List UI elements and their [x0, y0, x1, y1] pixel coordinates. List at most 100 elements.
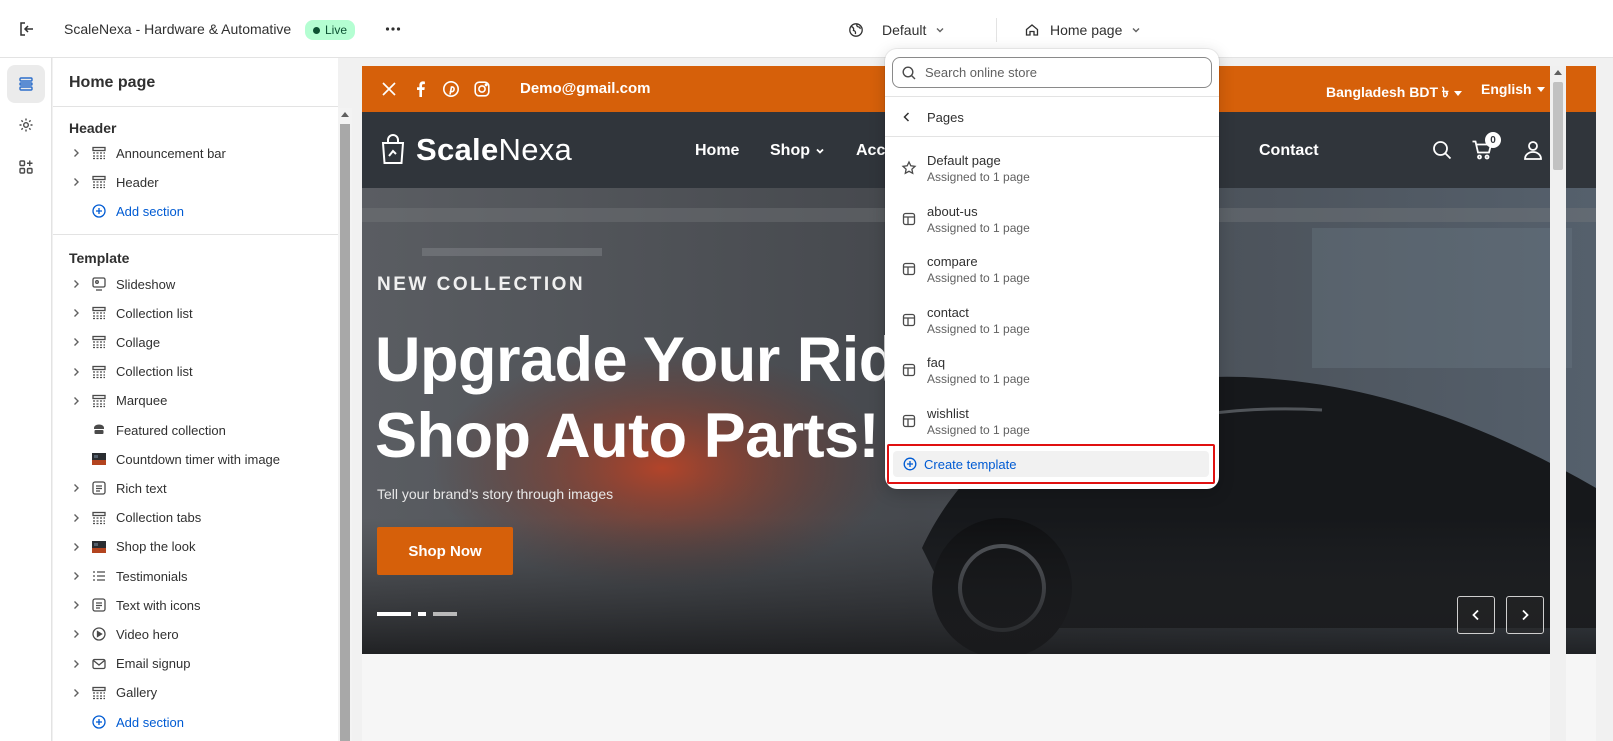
template-option[interactable]: Default page Assigned to 1 page: [885, 147, 1219, 197]
dropdown-search[interactable]: [892, 57, 1212, 88]
template-option[interactable]: contact Assigned to 1 page: [885, 299, 1219, 349]
store-title: ScaleNexa - Hardware & Automative: [64, 21, 292, 37]
template-option[interactable]: about-us Assigned to 1 page: [885, 198, 1219, 248]
x-twitter-icon[interactable]: [380, 80, 398, 98]
chevron-right-icon[interactable]: [69, 394, 83, 408]
live-badge: Live: [305, 20, 356, 40]
chevron-right-icon[interactable]: [69, 481, 83, 495]
apps-rail-button[interactable]: [7, 148, 45, 186]
list-icon: [91, 568, 107, 584]
section-row[interactable]: Collection list: [53, 298, 338, 328]
chevron-right-icon[interactable]: [69, 540, 83, 554]
slide-dot[interactable]: [433, 612, 457, 616]
store-logo[interactable]: ScaleNexa: [416, 132, 572, 168]
shopping-bag-logo-icon[interactable]: [380, 133, 406, 165]
template-option[interactable]: wishlist Assigned to 1 page: [885, 400, 1219, 450]
create-template-button[interactable]: Create template: [893, 451, 1209, 477]
section-icon: [91, 305, 107, 321]
sections-icon: [17, 75, 35, 93]
chevron-right-icon[interactable]: [69, 175, 83, 189]
product-icon: [91, 422, 107, 438]
chevron-right-icon[interactable]: [69, 511, 83, 525]
play-icon: [91, 626, 107, 642]
chevron-right-icon[interactable]: [69, 277, 83, 291]
section-row[interactable]: Announcement bar: [53, 138, 338, 168]
account-icon[interactable]: [1522, 139, 1544, 161]
chevron-right-icon[interactable]: [69, 146, 83, 160]
scrollbar-thumb[interactable]: [1553, 82, 1563, 170]
template-group-title: Template: [69, 250, 130, 266]
theme-selector[interactable]: Default: [848, 17, 946, 43]
section-row[interactable]: Collection list: [53, 357, 338, 387]
section-row[interactable]: Collage: [53, 327, 338, 357]
chevron-right-icon[interactable]: [69, 627, 83, 641]
chevron-right-icon[interactable]: [69, 335, 83, 349]
theme-selector-label: Default: [882, 22, 927, 38]
sections-rail-button[interactable]: [7, 65, 45, 103]
slideshow-icon: [91, 276, 107, 292]
preview-scrollbar[interactable]: [1550, 66, 1566, 741]
section-row[interactable]: Gallery: [53, 678, 338, 708]
nav-home[interactable]: Home: [695, 142, 739, 160]
section-row[interactable]: Header: [53, 167, 338, 197]
template-assignment: Assigned to 1 page: [927, 271, 1030, 286]
section-row[interactable]: Email signup: [53, 649, 338, 679]
panel-divider: [53, 234, 338, 235]
chevron-right-icon[interactable]: [69, 365, 83, 379]
slide-dot-active[interactable]: [377, 612, 411, 616]
search-online-store-input[interactable]: [925, 65, 1195, 80]
section-icon: [91, 364, 107, 380]
announcement-email[interactable]: Demo@gmail.com: [520, 80, 651, 97]
settings-rail-button[interactable]: [7, 106, 45, 144]
section-row[interactable]: Featured collection: [53, 415, 338, 445]
section-label: Collection tabs: [116, 510, 202, 526]
facebook-icon[interactable]: [412, 80, 430, 98]
chevron-right-icon[interactable]: [69, 598, 83, 612]
instagram-icon[interactable]: [473, 80, 491, 98]
scrollbar-thumb[interactable]: [340, 124, 350, 741]
nav-shop[interactable]: Shop: [770, 142, 826, 160]
logo-bold-part: Scale: [416, 132, 499, 167]
section-row[interactable]: Text with icons: [53, 590, 338, 620]
slide-prev-button[interactable]: [1457, 596, 1495, 634]
plus-circle-icon: [91, 714, 107, 730]
template-option-text: wishlist Assigned to 1 page: [927, 400, 1030, 438]
template-option[interactable]: compare Assigned to 1 page: [885, 248, 1219, 298]
add-section-button[interactable]: Add section: [53, 196, 338, 226]
template-option[interactable]: faq Assigned to 1 page: [885, 349, 1219, 399]
chevron-right-icon[interactable]: [69, 306, 83, 320]
section-row[interactable]: Collection tabs: [53, 503, 338, 533]
template-icon: [901, 362, 917, 378]
panel-title: Home page: [69, 74, 156, 91]
slide-dot[interactable]: [418, 612, 426, 616]
shop-now-button[interactable]: Shop Now: [377, 527, 513, 575]
section-row[interactable]: Slideshow: [53, 269, 338, 299]
language-selector[interactable]: English: [1481, 81, 1545, 97]
back-to-pages-button[interactable]: Pages: [885, 100, 1219, 134]
section-row[interactable]: Shop the look: [53, 532, 338, 562]
more-actions-icon[interactable]: [383, 19, 403, 39]
template-icon: [901, 261, 917, 277]
section-row[interactable]: Rich text: [53, 473, 338, 503]
page-selector[interactable]: Home page: [1024, 17, 1142, 43]
slide-next-button[interactable]: [1506, 596, 1544, 634]
nav-contact[interactable]: Contact: [1259, 142, 1319, 160]
section-row[interactable]: Testimonials: [53, 561, 338, 591]
scroll-up-arrow-icon[interactable]: [1554, 70, 1562, 75]
chevron-right-icon[interactable]: [69, 657, 83, 671]
section-row[interactable]: Marquee: [53, 386, 338, 416]
pinterest-icon[interactable]: [442, 80, 460, 98]
exit-icon[interactable]: [17, 19, 37, 39]
section-row[interactable]: Countdown timer with image: [53, 444, 338, 474]
panel-scrollbar[interactable]: [338, 108, 352, 741]
dropdown-divider: [885, 136, 1219, 137]
scroll-up-arrow-icon[interactable]: [341, 112, 349, 117]
chevron-right-icon[interactable]: [69, 569, 83, 583]
currency-selector[interactable]: Bangladesh BDT ৳: [1326, 81, 1462, 105]
section-row[interactable]: Video hero: [53, 619, 338, 649]
chevron-right-icon[interactable]: [69, 686, 83, 700]
search-icon[interactable]: [1431, 139, 1453, 161]
section-label: Testimonials: [116, 568, 188, 584]
hero-headline-line2: Shop Auto Parts!: [375, 401, 880, 471]
add-section-button[interactable]: Add section: [53, 707, 338, 737]
